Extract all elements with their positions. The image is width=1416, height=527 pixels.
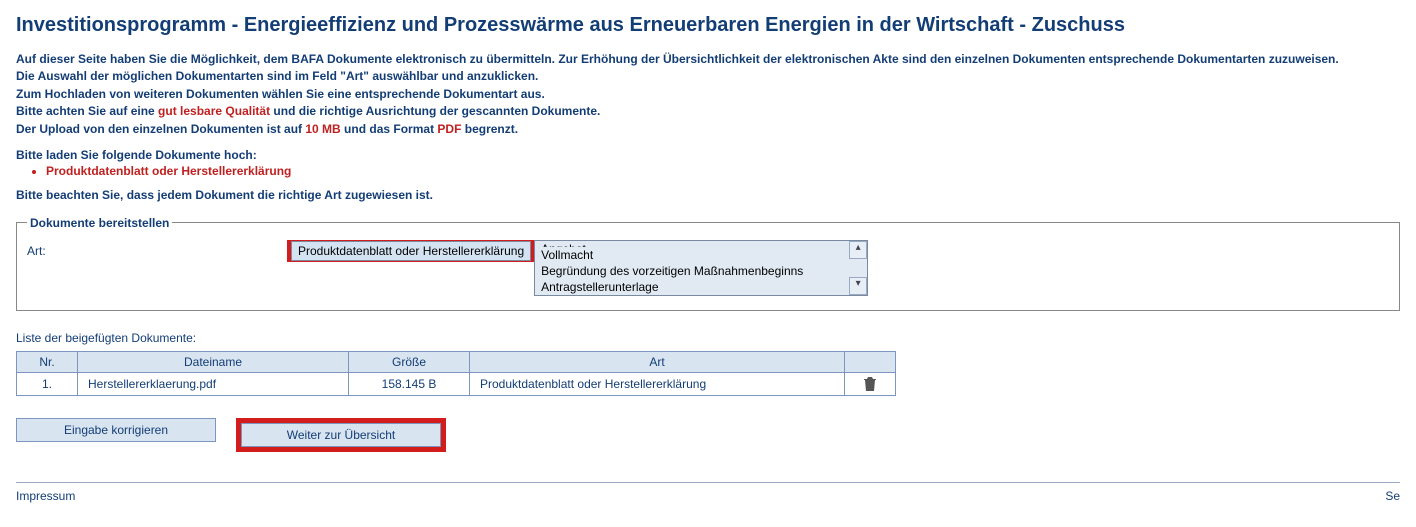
highlight-next-button: Weiter zur Übersicht xyxy=(236,418,446,452)
intro-line-5a: Der Upload von den einzelnen Dokumenten … xyxy=(16,122,305,136)
intro-line-5c: und das Format xyxy=(341,122,438,136)
art-option[interactable]: Begründung des vorzeitigen Maßnahmenbegi… xyxy=(535,263,867,279)
cell-size: 158.145 B xyxy=(349,372,470,395)
intro-line-2: Die Auswahl der möglichen Dokumentarten … xyxy=(16,69,538,83)
trash-icon xyxy=(863,376,877,392)
page-title: Investitionsprogramm - Energieeffizienz … xyxy=(16,14,1400,37)
intro-line-4c: und die richtige Ausrichtung der gescann… xyxy=(270,104,600,118)
scroll-down-icon[interactable]: ▾ xyxy=(849,277,867,295)
note-text: Bitte beachten Sie, dass jedem Dokument … xyxy=(16,188,1400,202)
documents-fieldset: Dokumente bereitstellen Art: Produktdate… xyxy=(16,216,1400,311)
intro-quality: gut lesbare Qualität xyxy=(158,104,270,118)
next-button[interactable]: Weiter zur Übersicht xyxy=(241,423,441,447)
scroll-up-icon[interactable]: ▴ xyxy=(849,241,867,259)
col-type: Art xyxy=(470,351,845,372)
required-lead: Bitte laden Sie folgende Dokumente hoch: xyxy=(16,148,1400,162)
col-size: Größe xyxy=(349,351,470,372)
footer-right: Se xyxy=(1385,489,1400,503)
col-actions xyxy=(845,351,896,372)
required-item: Produktdatenblatt oder Herstellererkläru… xyxy=(46,164,1400,178)
intro-text: Auf dieser Seite haben Sie die Möglichke… xyxy=(16,51,1400,138)
art-listbox[interactable]: Angebot Vollmacht Begründung des vorzeit… xyxy=(534,240,868,296)
intro-size: 10 MB xyxy=(305,122,340,136)
col-nr: Nr. xyxy=(17,351,78,372)
col-name: Dateiname xyxy=(78,351,349,372)
highlight-selected-art: Produktdatenblatt oder Herstellererkläru… xyxy=(287,240,535,262)
intro-format: PDF xyxy=(437,122,461,136)
back-button[interactable]: Eingabe korrigieren xyxy=(16,418,216,442)
art-selected-value[interactable]: Produktdatenblatt oder Herstellererkläru… xyxy=(291,241,531,261)
intro-line-1: Auf dieser Seite haben Sie die Möglichke… xyxy=(16,52,1339,66)
delete-button[interactable] xyxy=(845,372,896,395)
footer-divider xyxy=(16,482,1400,483)
required-list: Produktdatenblatt oder Herstellererkläru… xyxy=(46,164,1400,178)
cell-nr: 1. xyxy=(17,372,78,395)
footer-impressum-link[interactable]: Impressum xyxy=(16,489,75,503)
art-label: Art: xyxy=(27,240,287,258)
intro-line-5e: begrenzt. xyxy=(461,122,518,136)
intro-line-4a: Bitte achten Sie auf eine xyxy=(16,104,158,118)
intro-line-3: Zum Hochladen von weiteren Dokumenten wä… xyxy=(16,87,545,101)
documents-list-caption: Liste der beigefügten Dokumente: xyxy=(16,331,1400,345)
art-option[interactable]: Antragstellerunterlage xyxy=(535,279,867,295)
fieldset-legend: Dokumente bereitstellen xyxy=(27,216,172,230)
table-row: 1. Herstellererklaerung.pdf 158.145 B Pr… xyxy=(17,372,896,395)
cell-name: Herstellererklaerung.pdf xyxy=(78,372,349,395)
cell-type: Produktdatenblatt oder Herstellererkläru… xyxy=(470,372,845,395)
art-option[interactable]: Vollmacht xyxy=(535,247,867,263)
documents-table: Nr. Dateiname Größe Art 1. Herstellererk… xyxy=(16,351,896,396)
